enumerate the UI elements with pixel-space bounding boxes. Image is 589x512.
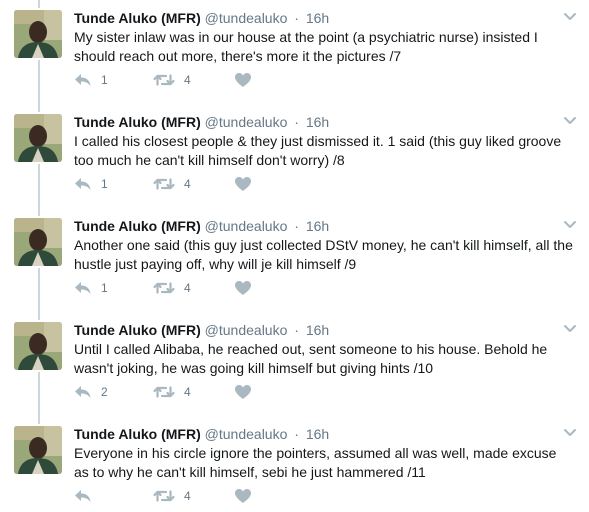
author-handle[interactable]: @tundealuko (205, 218, 288, 234)
separator-dot: · (294, 114, 299, 130)
tweet-header: Tunde Aluko (MFR) @tundealuko · 16h (74, 321, 329, 339)
retweet-button[interactable]: 4 (153, 382, 203, 402)
thread-connector-line (38, 208, 40, 216)
author-handle[interactable]: @tundealuko (205, 114, 288, 130)
avatar[interactable] (14, 218, 62, 266)
retweet-button[interactable]: 4 (153, 174, 203, 194)
reply-button[interactable]: 2 (74, 382, 114, 402)
avatar[interactable] (14, 426, 62, 474)
avatar[interactable] (14, 114, 62, 162)
reply-button[interactable]: 1 (74, 278, 114, 298)
retweet-count: 4 (184, 281, 191, 295)
separator-dot: · (294, 218, 299, 234)
author-handle[interactable]: @tundealuko (205, 426, 288, 442)
author-name[interactable]: Tunde Aluko (MFR) (74, 322, 201, 338)
tweet-actions: 1 4 (74, 70, 294, 90)
tweet-actions: 1 4 (74, 278, 294, 298)
chevron-down-icon[interactable] (563, 12, 577, 22)
timestamp[interactable]: 16h (306, 218, 329, 234)
tweet-header: Tunde Aluko (MFR) @tundealuko · 16h (74, 113, 329, 131)
author-name[interactable]: Tunde Aluko (MFR) (74, 10, 201, 26)
reply-button[interactable] (74, 486, 114, 506)
tweet-header: Tunde Aluko (MFR) @tundealuko · 16h (74, 9, 329, 27)
retweet-count: 4 (184, 385, 191, 399)
tweet-actions: 4 (74, 486, 294, 506)
timestamp[interactable]: 16h (306, 10, 329, 26)
tweet-text: My sister inlaw was in our house at the … (74, 29, 538, 64)
author-handle[interactable]: @tundealuko (205, 322, 288, 338)
timestamp[interactable]: 16h (306, 426, 329, 442)
tweet-text: Everyone in his circle ignore the pointe… (74, 445, 557, 480)
tweet[interactable]: Tunde Aluko (MFR) @tundealuko · 16h Ever… (0, 416, 589, 512)
retweet-button[interactable]: 4 (153, 278, 203, 298)
retweet-count: 4 (184, 489, 191, 503)
tweet-actions: 1 4 (74, 174, 294, 194)
thread-connector-line (38, 0, 40, 8)
timestamp[interactable]: 16h (306, 114, 329, 130)
tweet-header: Tunde Aluko (MFR) @tundealuko · 16h (74, 425, 329, 443)
avatar[interactable] (14, 10, 62, 58)
reply-count: 1 (101, 177, 108, 191)
thread-connector-line (38, 164, 40, 208)
tweet-text: I called his closest people & they just … (74, 133, 562, 168)
thread-connector-line (38, 268, 40, 312)
thread-connector-line (38, 312, 40, 320)
thread-connector-line (38, 60, 40, 104)
chevron-down-icon[interactable] (563, 428, 577, 438)
timestamp[interactable]: 16h (306, 322, 329, 338)
thread-connector-line (38, 416, 40, 424)
reply-button[interactable]: 1 (74, 174, 114, 194)
like-button[interactable] (234, 70, 254, 90)
avatar[interactable] (14, 322, 62, 370)
author-name[interactable]: Tunde Aluko (MFR) (74, 218, 201, 234)
tweet[interactable]: Tunde Aluko (MFR) @tundealuko · 16h My s… (0, 0, 589, 104)
tweet[interactable]: Tunde Aluko (MFR) @tundealuko · 16h Anot… (0, 208, 589, 312)
chevron-down-icon[interactable] (563, 220, 577, 230)
tweet[interactable]: Tunde Aluko (MFR) @tundealuko · 16h I ca… (0, 104, 589, 208)
retweet-count: 4 (184, 73, 191, 87)
retweet-button[interactable]: 4 (153, 70, 203, 90)
tweet-actions: 2 4 (74, 382, 294, 402)
reply-count: 1 (101, 73, 108, 87)
separator-dot: · (294, 426, 299, 442)
author-name[interactable]: Tunde Aluko (MFR) (74, 426, 201, 442)
tweet-header: Tunde Aluko (MFR) @tundealuko · 16h (74, 217, 329, 235)
author-name[interactable]: Tunde Aluko (MFR) (74, 114, 201, 130)
like-button[interactable] (234, 382, 254, 402)
chevron-down-icon[interactable] (563, 324, 577, 334)
chevron-down-icon[interactable] (563, 116, 577, 126)
reply-count: 1 (101, 281, 108, 295)
retweet-count: 4 (184, 177, 191, 191)
reply-count: 2 (101, 385, 108, 399)
tweet-thread: Tunde Aluko (MFR) @tundealuko · 16h My s… (0, 0, 589, 512)
like-button[interactable] (234, 174, 254, 194)
tweet-text: Another one said (this guy just collecte… (74, 237, 573, 272)
separator-dot: · (294, 10, 299, 26)
thread-connector-line (38, 372, 40, 416)
tweet[interactable]: Tunde Aluko (MFR) @tundealuko · 16h Unti… (0, 312, 589, 416)
separator-dot: · (294, 322, 299, 338)
thread-connector-line (38, 104, 40, 112)
like-button[interactable] (234, 486, 254, 506)
tweet-text: Until I called Alibaba, he reached out, … (74, 341, 548, 376)
like-button[interactable] (234, 278, 254, 298)
author-handle[interactable]: @tundealuko (205, 10, 288, 26)
reply-button[interactable]: 1 (74, 70, 114, 90)
retweet-button[interactable]: 4 (153, 486, 203, 506)
